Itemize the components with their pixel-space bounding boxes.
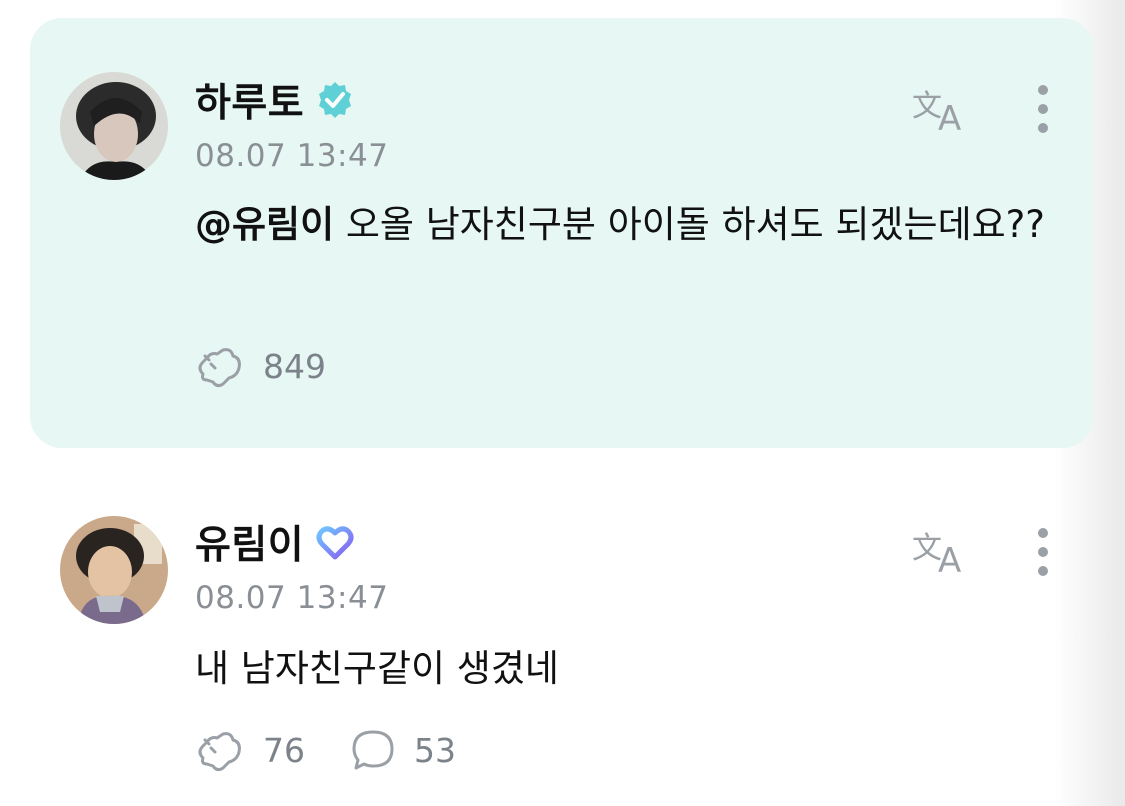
svg-text:A: A <box>938 541 961 578</box>
mention-link[interactable]: @유림이 <box>195 203 334 246</box>
translate-button[interactable]: 文 A <box>910 526 974 581</box>
avatar[interactable] <box>60 516 168 624</box>
more-vertical-icon <box>1038 85 1048 133</box>
translate-icon: 文 A <box>912 89 961 139</box>
translate-button[interactable]: 文 A <box>910 84 974 139</box>
more-button[interactable] <box>1024 82 1062 138</box>
comment-body: 내 남자친구같이 생겼네 <box>195 647 559 690</box>
avatar[interactable] <box>60 72 168 180</box>
cheer-icon <box>198 348 241 388</box>
comment-body: 오올 남자친구분 아이돌 하셔도 되겠는데요?? <box>334 203 1045 246</box>
comment-bubble-icon <box>352 730 394 770</box>
author-name[interactable]: 하루토 <box>195 72 304 128</box>
verified-check-icon <box>319 82 352 118</box>
timestamp: 08.07 13:47 <box>195 580 389 616</box>
more-button[interactable] <box>1024 525 1062 581</box>
like-count: 76 <box>263 730 305 770</box>
like-count: 849 <box>263 346 326 386</box>
author-row: 하루토 <box>195 76 356 126</box>
svg-text:A: A <box>938 99 961 136</box>
comment-count: 53 <box>414 730 456 770</box>
timestamp: 08.07 13:47 <box>195 138 389 174</box>
more-vertical-icon <box>1038 528 1048 576</box>
author-row: 유림이 <box>195 518 356 568</box>
heart-badge-icon <box>316 526 354 560</box>
like-button[interactable]: 76 <box>193 728 305 772</box>
cheer-icon <box>198 732 241 772</box>
comment-button[interactable]: 53 <box>350 728 456 772</box>
comment-text: @유림이 오올 남자친구분 아이돌 하셔도 되겠는데요?? <box>195 196 1055 254</box>
like-button[interactable]: 849 <box>193 344 326 388</box>
translate-icon: 文 A <box>912 531 961 581</box>
author-name[interactable]: 유림이 <box>195 514 304 570</box>
